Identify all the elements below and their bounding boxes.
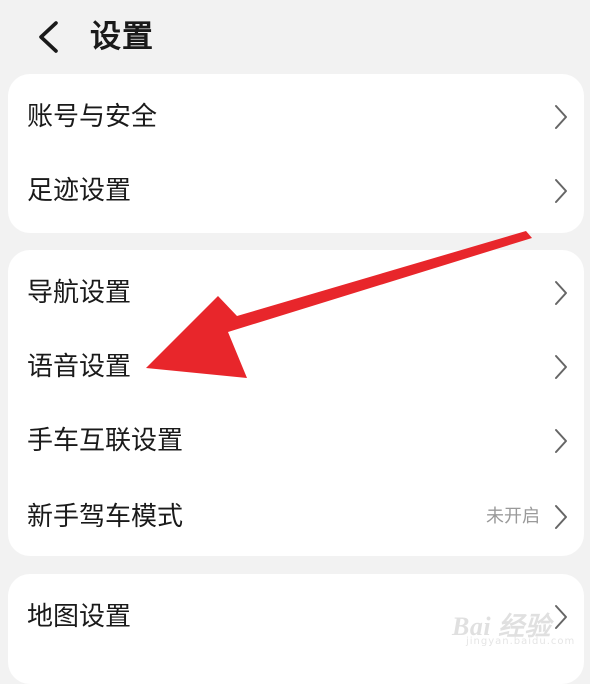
settings-item-novice-driving-mode[interactable]: 新手驾车模式 未开启: [8, 480, 584, 554]
settings-item-footprint[interactable]: 足迹设置: [8, 154, 584, 228]
settings-item-label: 导航设置: [27, 278, 132, 308]
chevron-right-icon: [555, 105, 567, 129]
chevron-right-icon: [555, 429, 567, 453]
settings-group-driving: 导航设置 语音设置 手车互联设置 新手驾车模式 未开启: [8, 250, 584, 556]
settings-item-label: 地图设置: [27, 602, 132, 632]
settings-item-status: 未开启: [486, 506, 540, 527]
chevron-left-icon: [39, 21, 58, 53]
chevron-right-icon: [555, 355, 567, 379]
chevron-right-icon: [555, 179, 567, 203]
settings-item-label: 账号与安全: [27, 102, 158, 132]
chevron-right-icon: [555, 281, 567, 305]
settings-item-label: 手车互联设置: [27, 426, 184, 456]
settings-item-voice[interactable]: 语音设置: [8, 330, 584, 404]
settings-item-label: 足迹设置: [27, 176, 132, 206]
back-button[interactable]: [26, 14, 70, 60]
settings-item-navigation[interactable]: 导航设置: [8, 256, 584, 330]
settings-item-phone-car-link[interactable]: 手车互联设置: [8, 404, 584, 478]
settings-item-map[interactable]: 地图设置: [8, 580, 584, 654]
settings-item-account-security[interactable]: 账号与安全: [8, 80, 584, 154]
header-bar: 设置: [0, 0, 590, 72]
settings-item-label: 语音设置: [27, 352, 132, 382]
settings-item-label: 新手驾车模式: [27, 502, 184, 532]
settings-group-account: 账号与安全 足迹设置: [8, 74, 584, 233]
chevron-right-icon: [555, 605, 567, 629]
page-title: 设置: [90, 19, 154, 55]
chevron-right-icon: [555, 505, 567, 529]
